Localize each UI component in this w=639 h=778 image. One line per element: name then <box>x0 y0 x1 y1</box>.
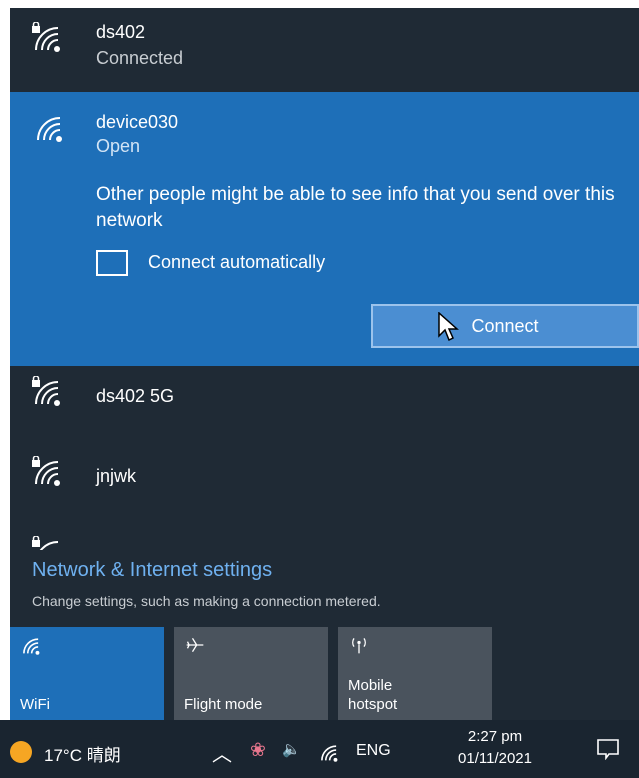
tile-wifi[interactable]: WiFi <box>10 627 164 720</box>
weather-sun-icon[interactable] <box>10 741 32 763</box>
tile-label: Flight mode <box>184 696 263 713</box>
volume-icon[interactable]: 🔈 <box>282 740 301 758</box>
network-flyout: ds402 Connected device030 Open Other peo… <box>10 8 639 720</box>
taskbar: 17°C 晴朗 ︿ ❀ 🔈 ENG 2:27 pm 01/11/2021 <box>0 720 639 778</box>
network-item-partial[interactable] <box>10 528 639 550</box>
secured-wifi-icon <box>30 22 64 52</box>
network-status: Open <box>96 136 141 156</box>
tile-label: WiFi <box>20 696 50 713</box>
wifi-icon <box>20 635 42 660</box>
network-status: Connected <box>96 48 184 68</box>
network-item-ds402-5g[interactable]: ds402 5G <box>10 366 639 436</box>
tile-label: Mobile hotspot <box>348 677 398 713</box>
tile-flight-mode[interactable]: Flight mode <box>174 627 328 720</box>
network-name: ds402 <box>96 22 146 42</box>
secured-wifi-icon <box>30 376 64 406</box>
network-item-jnjwk[interactable]: jnjwk <box>10 448 639 518</box>
tile-mobile-hotspot[interactable]: Mobile hotspot <box>338 627 492 720</box>
secured-wifi-icon <box>30 456 64 486</box>
flower-app-icon[interactable]: ❀ <box>250 739 266 762</box>
airplane-icon <box>184 635 206 660</box>
connect-button[interactable]: Connect <box>371 304 639 348</box>
notification-icon[interactable] <box>596 738 620 761</box>
checkbox-box[interactable] <box>96 250 128 276</box>
secured-wifi-icon <box>30 536 64 550</box>
chevron-up-icon[interactable]: ︿ <box>212 738 232 767</box>
network-name: ds402 5G <box>96 386 175 406</box>
wifi-icon <box>32 112 66 142</box>
network-item-device030[interactable]: device030 Open Other people might be abl… <box>10 92 639 366</box>
network-name: device030 <box>96 112 179 132</box>
network-settings-link[interactable]: Network & Internet settings <box>32 559 272 582</box>
language-indicator[interactable]: ENG <box>356 742 391 760</box>
connect-automatically-label: Connect automatically <box>148 252 326 272</box>
clock-date[interactable]: 01/11/2021 <box>440 750 550 767</box>
network-settings-subtitle: Change settings, such as making a connec… <box>32 593 381 609</box>
mouse-cursor-icon <box>438 312 459 342</box>
open-network-warning: Other people might be able to see info t… <box>96 184 615 231</box>
network-item-ds402[interactable]: ds402 Connected <box>10 8 639 92</box>
network-name: jnjwk <box>96 466 137 486</box>
clock-time[interactable]: 2:27 pm <box>440 728 550 745</box>
wifi-icon[interactable] <box>318 742 340 767</box>
weather-text[interactable]: 17°C 晴朗 <box>44 741 121 766</box>
hotspot-icon <box>348 635 370 660</box>
